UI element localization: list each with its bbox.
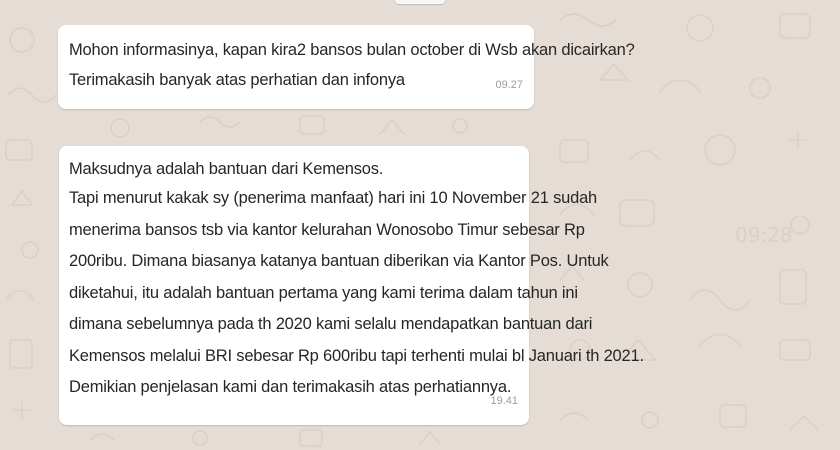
message-timestamp: 09.27 (495, 79, 523, 91)
message-timestamp: 19.41 (490, 394, 518, 407)
message-text-line: dimana sebelumnya pada th 2020 kami sela… (69, 315, 593, 333)
svg-text:09:28: 09:28 (735, 223, 793, 247)
message-text-line: diketahui, itu adalah bantuan pertama ya… (69, 283, 578, 302)
message-text-line: menerima bansos tsb via kantor kelurahan… (69, 220, 585, 239)
message-text-line: Maksudnya adalah bantuan dari Kemensos. (69, 160, 384, 178)
message-text-line: 200ribu. Dimana biasanya katanya bantuan… (69, 252, 609, 270)
message-text-line: Demikian penjelasan kami dan terimakasih… (69, 378, 512, 396)
message-text-line: Tapi menurut kakak sy (penerima manfaat)… (69, 189, 598, 207)
message-bubble-incoming[interactable]: Mohon informasinya, kapan kira2 bansos b… (58, 25, 635, 109)
message-text-line: Kemensos melalui BRI sebesar Rp 600ribu … (69, 346, 644, 365)
message-bubble-incoming[interactable]: Maksudnya adalah bantuan dari Kemensos. … (59, 146, 644, 425)
message-text-line: Mohon informasinya, kapan kira2 bansos b… (69, 41, 635, 59)
date-chip (395, 0, 445, 4)
message-text-line: Terimakasih banyak atas perhatian dan in… (69, 71, 405, 89)
